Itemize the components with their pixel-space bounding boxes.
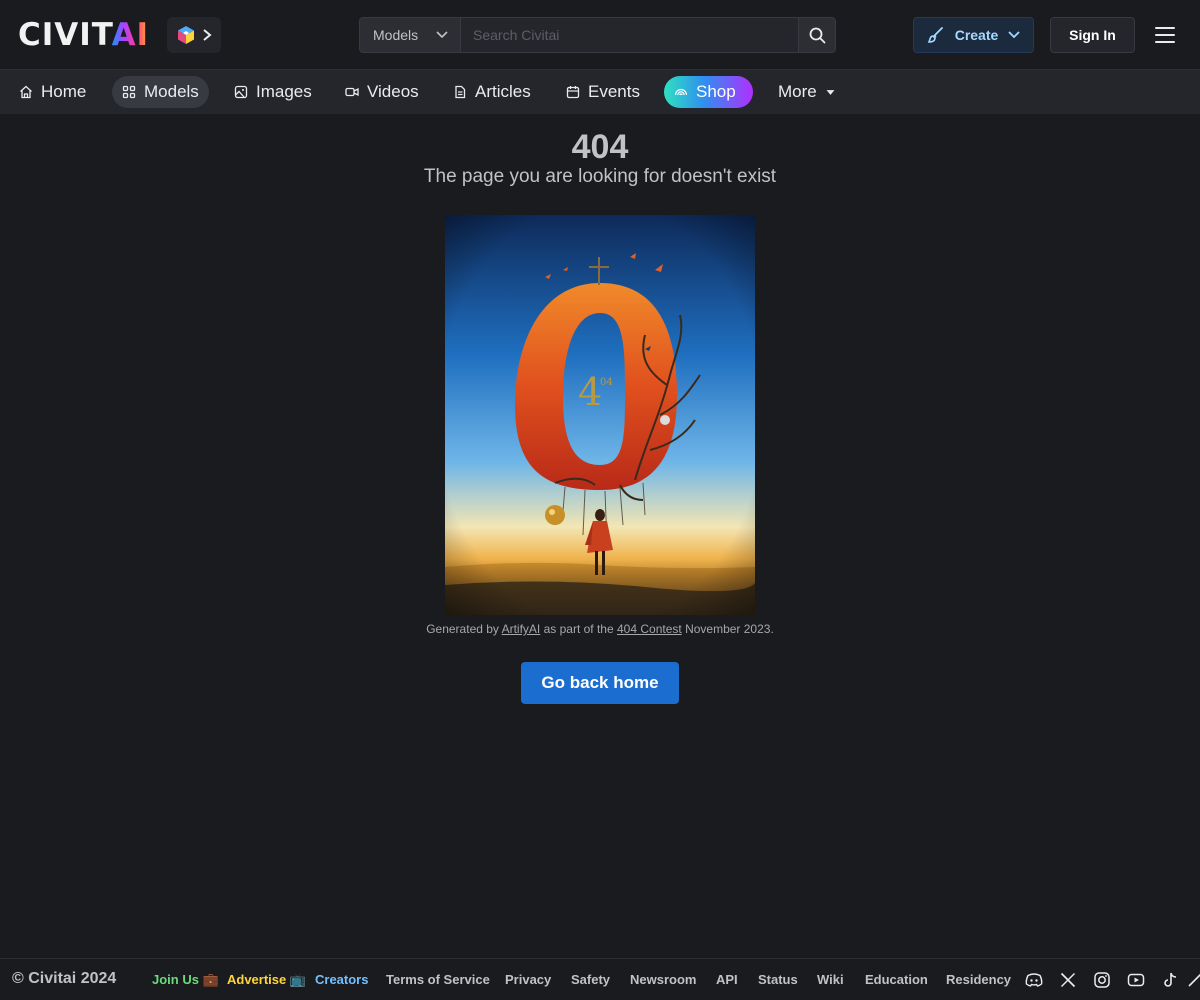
chevron-right-icon (203, 29, 212, 41)
caption-prefix: Generated by (426, 622, 499, 636)
tab-events-label: Events (588, 82, 640, 101)
chevron-down-icon (1008, 31, 1020, 39)
create-button[interactable]: Create (913, 17, 1034, 53)
search-bar: Models / (359, 17, 836, 53)
photo-icon (234, 85, 248, 99)
tab-articles[interactable]: Articles (443, 76, 541, 108)
artwork-caption: Generated by ArtifyAI as part of the 404… (0, 622, 1200, 636)
brush-icon (927, 27, 943, 43)
404-artwork-image: 4 04 (445, 215, 755, 615)
cube-icon (178, 26, 194, 44)
tab-articles-label: Articles (475, 82, 531, 101)
reddit-icon[interactable] (1186, 970, 1200, 990)
tab-images[interactable]: Images (224, 76, 322, 108)
rainbow-icon (674, 88, 688, 96)
footer-link-advertise[interactable]: Advertise 📺 (227, 972, 306, 988)
menu-icon[interactable] (1154, 25, 1176, 45)
home-icon (20, 85, 32, 99)
tab-images-label: Images (256, 82, 312, 101)
footer-link-join-us[interactable]: Join Us 💼 (152, 972, 219, 988)
go-back-home-button[interactable]: Go back home (521, 662, 679, 704)
header: CIVITAI Models / (0, 0, 1200, 70)
search-icon (809, 27, 825, 43)
logo-text-ai: AI (111, 17, 150, 53)
footer-link-terms[interactable]: Terms of Service (386, 972, 490, 987)
x-icon[interactable] (1058, 970, 1078, 990)
footer-link-privacy[interactable]: Privacy (505, 972, 551, 987)
copyright-text: © Civitai 2024 (12, 970, 117, 987)
tab-home-label: Home (41, 82, 87, 101)
footer: © Civitai 2024 Join Us 💼 Advertise 📺 Cre… (0, 958, 1200, 1000)
chevron-down-icon (436, 31, 448, 39)
civitai-logo[interactable]: CIVITAI (18, 19, 149, 51)
tab-more-label: More (778, 82, 817, 101)
instagram-icon[interactable] (1092, 970, 1112, 990)
tab-videos-label: Videos (367, 82, 419, 101)
footer-link-api[interactable]: API (716, 972, 738, 987)
tab-shop[interactable]: Shop (664, 76, 753, 108)
caption-middle: as part of the (543, 622, 614, 636)
footer-link-education[interactable]: Education (865, 972, 928, 987)
video-icon (345, 87, 359, 97)
contest-link[interactable]: 404 Contest (617, 622, 682, 636)
search-scope-select[interactable]: Models (359, 17, 460, 53)
tab-more[interactable]: More (768, 76, 846, 108)
tab-models[interactable]: Models (112, 76, 209, 108)
artist-link[interactable]: ArtifyAI (502, 622, 541, 636)
page-title: 404 (571, 128, 629, 166)
search-scope-label: Models (373, 27, 419, 43)
discord-icon[interactable] (1024, 970, 1044, 990)
brand-switcher-button[interactable] (167, 17, 221, 53)
caret-down-icon (826, 89, 835, 95)
calendar-icon (566, 86, 580, 99)
create-button-label: Create (954, 27, 999, 43)
logo-text-civit: CIVIT (18, 17, 112, 53)
main-nav: Home Models Images Videos Articles Event… (0, 70, 1200, 114)
tiktok-icon[interactable] (1160, 970, 1180, 990)
youtube-icon[interactable] (1126, 970, 1146, 990)
tab-shop-label: Shop (696, 82, 736, 101)
tab-models-label: Models (144, 82, 199, 101)
caption-suffix: November 2023. (685, 622, 774, 636)
page-subtitle: The page you are looking for doesn't exi… (423, 166, 777, 187)
tab-events[interactable]: Events (556, 76, 650, 108)
footer-link-newsroom[interactable]: Newsroom (630, 972, 696, 987)
grid-icon (122, 85, 136, 99)
footer-link-status[interactable]: Status (758, 972, 798, 987)
sign-in-button[interactable]: Sign In (1050, 17, 1135, 53)
file-text-icon (455, 85, 466, 99)
search-button[interactable] (799, 17, 836, 53)
footer-link-safety[interactable]: Safety (571, 972, 610, 987)
search-input[interactable] (460, 17, 799, 53)
footer-link-residency[interactable]: Residency (946, 972, 1011, 987)
footer-link-wiki[interactable]: Wiki (817, 972, 844, 987)
tab-home[interactable]: Home (9, 76, 96, 108)
footer-link-creators[interactable]: Creators (315, 972, 368, 987)
tab-videos[interactable]: Videos (335, 76, 429, 108)
